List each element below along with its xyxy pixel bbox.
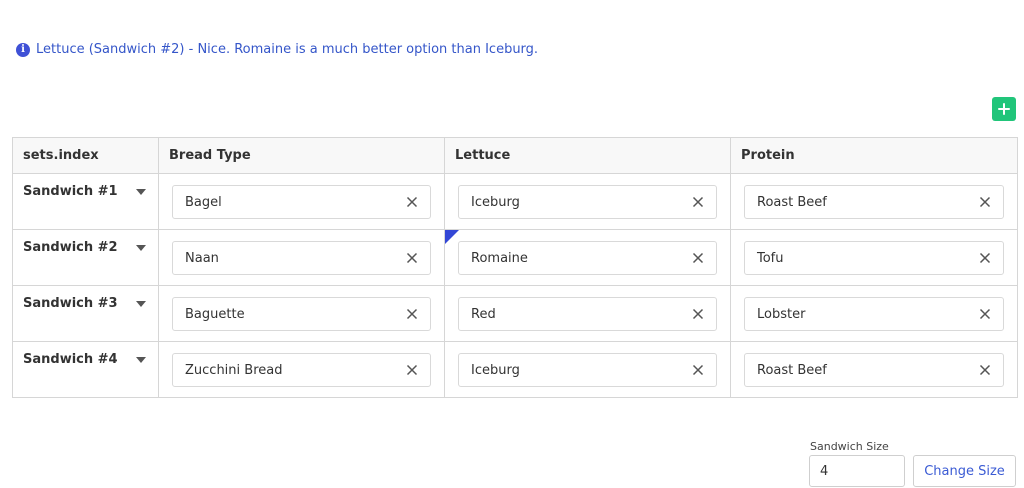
lettuce-select[interactable]: Iceburg [458, 353, 717, 387]
protein-cell: Tofu [730, 229, 1018, 286]
close-icon[interactable] [692, 252, 704, 264]
table-header-row: sets.index Bread Type Lettuce Protein [12, 137, 1018, 174]
row-index-cell: Sandwich #4 [12, 341, 159, 398]
caret-down-icon[interactable] [136, 356, 146, 363]
close-icon[interactable] [692, 364, 704, 376]
protein-select[interactable]: Roast Beef [744, 353, 1004, 387]
column-header-lettuce: Lettuce [444, 137, 731, 174]
bread-value: Zucchini Bread [185, 362, 283, 378]
close-icon[interactable] [979, 308, 991, 320]
lettuce-cell: Iceburg [444, 341, 731, 398]
bread-value: Baguette [185, 306, 245, 322]
caret-down-icon[interactable] [136, 300, 146, 307]
sandwich-size-input[interactable] [809, 455, 905, 487]
protein-cell: Roast Beef [730, 341, 1018, 398]
row-index-cell: Sandwich #2 [12, 229, 159, 286]
bread-cell: Zucchini Bread [158, 341, 445, 398]
info-icon: i [16, 42, 30, 57]
caret-down-icon[interactable] [136, 188, 146, 195]
lettuce-value: Romaine [471, 250, 528, 266]
row-label: Sandwich #2 [23, 240, 118, 255]
info-note: i Lettuce (Sandwich #2) - Nice. Romaine … [16, 42, 538, 57]
table-row: Sandwich #2 Naan Romaine Tofu [12, 229, 1018, 286]
lettuce-cell: Red [444, 285, 731, 342]
close-icon[interactable] [692, 196, 704, 208]
bread-value: Naan [185, 250, 219, 266]
row-label: Sandwich #3 [23, 296, 118, 311]
lettuce-select[interactable]: Red [458, 297, 717, 331]
lettuce-value: Iceburg [471, 362, 520, 378]
lettuce-cell: Romaine [444, 229, 731, 286]
row-label: Sandwich #1 [23, 184, 118, 199]
sandwich-size-label: Sandwich Size [810, 440, 889, 453]
protein-select[interactable]: Roast Beef [744, 185, 1004, 219]
protein-value: Lobster [757, 306, 806, 322]
plus-icon [998, 103, 1010, 115]
protein-value: Tofu [757, 250, 784, 266]
row-index-cell: Sandwich #1 [12, 173, 159, 230]
row-index-cell: Sandwich #3 [12, 285, 159, 342]
close-icon[interactable] [979, 252, 991, 264]
close-icon[interactable] [692, 308, 704, 320]
lettuce-select[interactable]: Iceburg [458, 185, 717, 219]
close-icon[interactable] [406, 196, 418, 208]
sandwich-table: sets.index Bread Type Lettuce Protein Sa… [12, 137, 1018, 398]
bread-select[interactable]: Zucchini Bread [172, 353, 431, 387]
protein-value: Roast Beef [757, 194, 827, 210]
column-header-protein: Protein [730, 137, 1018, 174]
add-row-button[interactable] [992, 97, 1016, 121]
column-header-index: sets.index [12, 137, 159, 174]
bread-cell: Baguette [158, 285, 445, 342]
close-icon[interactable] [406, 252, 418, 264]
protein-value: Roast Beef [757, 362, 827, 378]
info-text: Lettuce (Sandwich #2) - Nice. Romaine is… [36, 42, 539, 57]
bread-value: Bagel [185, 194, 222, 210]
bread-select[interactable]: Bagel [172, 185, 431, 219]
close-icon[interactable] [406, 364, 418, 376]
bread-cell: Bagel [158, 173, 445, 230]
comment-flag-icon[interactable] [445, 230, 459, 244]
bread-select[interactable]: Baguette [172, 297, 431, 331]
lettuce-cell: Iceburg [444, 173, 731, 230]
change-size-button[interactable]: Change Size [913, 455, 1016, 487]
close-icon[interactable] [979, 364, 991, 376]
app-root: i Lettuce (Sandwich #2) - Nice. Romaine … [0, 0, 1024, 488]
protein-cell: Roast Beef [730, 173, 1018, 230]
caret-down-icon[interactable] [136, 244, 146, 251]
column-header-bread: Bread Type [158, 137, 445, 174]
row-label: Sandwich #4 [23, 352, 118, 367]
bread-select[interactable]: Naan [172, 241, 431, 275]
close-icon[interactable] [406, 308, 418, 320]
protein-select[interactable]: Lobster [744, 297, 1004, 331]
protein-cell: Lobster [730, 285, 1018, 342]
table-row: Sandwich #3 Baguette Red Lobster [12, 285, 1018, 342]
lettuce-value: Iceburg [471, 194, 520, 210]
close-icon[interactable] [979, 196, 991, 208]
lettuce-select[interactable]: Romaine [458, 241, 717, 275]
table-row: Sandwich #1 Bagel Iceburg Roast Beef [12, 173, 1018, 230]
bread-cell: Naan [158, 229, 445, 286]
protein-select[interactable]: Tofu [744, 241, 1004, 275]
lettuce-value: Red [471, 306, 496, 322]
table-row: Sandwich #4 Zucchini Bread Iceburg Roast… [12, 341, 1018, 398]
